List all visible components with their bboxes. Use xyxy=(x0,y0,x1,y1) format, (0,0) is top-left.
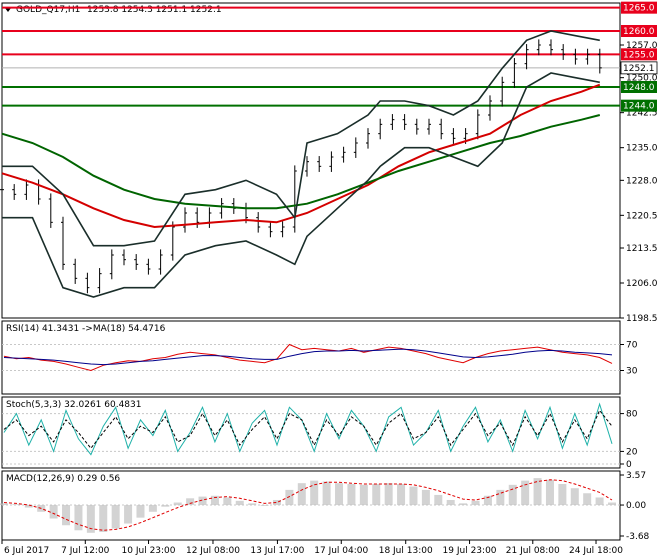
x-tick-label: 13 Jul 17:00 xyxy=(250,546,304,556)
price-tick-label: 1213.5 xyxy=(626,244,658,254)
symbol-label: GOLD_Q17,H1 xyxy=(16,5,80,15)
macd-bar xyxy=(372,484,381,506)
macd-bar xyxy=(359,484,368,506)
level-tag-label: 1260.0 xyxy=(623,27,655,37)
macd-bar xyxy=(99,505,108,532)
tick-label-stoch: 80 xyxy=(626,410,638,420)
macd-bar xyxy=(12,504,21,506)
x-tick-label: 17 Jul 04:00 xyxy=(314,546,368,556)
tick-label-rsi: 70 xyxy=(626,341,638,351)
chart-svg: GOLD_Q17,H1 1253.8 1254.3 1251.1 1252.1 12… xyxy=(0,1,658,556)
macd-bar xyxy=(49,505,58,519)
macd-bar xyxy=(235,500,244,506)
macd-bar xyxy=(583,493,592,506)
x-tick-label: 7 Jul 12:00 xyxy=(61,546,110,556)
ohlc-label: 1253.8 1254.3 1251.1 1252.1 xyxy=(87,5,222,15)
macd-bar xyxy=(384,483,393,506)
level-tag-label: 1244.0 xyxy=(623,102,655,112)
current-price-label: 1252.1 xyxy=(623,64,655,74)
macd-bar xyxy=(248,503,257,506)
macd-bar xyxy=(570,488,579,506)
panel-header-stoch: Stoch(5,3,3) 32.0261 60.4831 xyxy=(6,400,141,410)
macd-bar xyxy=(285,489,294,506)
macd-bar xyxy=(434,494,443,506)
x-tick-label: 10 Jul 23:00 xyxy=(122,546,176,556)
macd-bar xyxy=(0,503,8,506)
macd-bar xyxy=(74,505,83,531)
x-tick-label: 24 Jul 18:00 xyxy=(569,546,623,556)
macd-bar xyxy=(62,505,71,526)
macd-bar xyxy=(297,483,306,506)
price-tick-label: 1235.0 xyxy=(626,144,658,154)
macd-bar xyxy=(148,505,157,512)
x-tick-label: 6 Jul 2017 xyxy=(4,546,49,556)
price-tick-label: 1198.5 xyxy=(626,314,658,324)
x-tick-label: 19 Jul 23:00 xyxy=(443,546,497,556)
macd-bar xyxy=(173,502,182,506)
level-tag-label: 1265.0 xyxy=(623,4,655,14)
macd-bar xyxy=(397,484,406,506)
macd-bar xyxy=(161,505,170,507)
price-tick-label: 1206.0 xyxy=(626,279,658,289)
x-tick-label: 12 Jul 08:00 xyxy=(186,546,240,556)
tick-label-stoch: 20 xyxy=(626,447,638,457)
panel-header-macd: MACD(12,26,9) 0.29 0.56 xyxy=(6,474,120,484)
price-tick-label: 1228.0 xyxy=(626,176,658,186)
macd-bar xyxy=(322,481,331,506)
macd-bar xyxy=(459,503,468,506)
macd-bar xyxy=(136,505,145,518)
x-tick-label: 21 Jul 08:00 xyxy=(506,546,560,556)
macd-bar xyxy=(545,479,554,506)
macd-bar xyxy=(421,489,430,506)
macd-bar xyxy=(223,497,232,506)
macd-bar xyxy=(608,502,616,506)
macd-bar xyxy=(347,484,356,506)
tick-label-rsi: 30 xyxy=(626,367,638,377)
level-tag-label: 1248.0 xyxy=(623,83,655,93)
macd-bar xyxy=(558,484,567,506)
tick-label-stoch: 0 xyxy=(626,460,632,470)
tick-label-macd: -3.68 xyxy=(626,532,650,542)
tick-label-macd: 3.57 xyxy=(626,471,646,481)
macd-bar xyxy=(595,497,604,506)
macd-bar xyxy=(446,499,455,506)
chart-window: GOLD_Q17,H1 1253.8 1254.3 1251.1 1252.1 12… xyxy=(0,0,660,560)
macd-bar xyxy=(124,505,133,524)
macd-bar xyxy=(260,505,269,506)
macd-bar xyxy=(335,483,344,506)
macd-bar xyxy=(471,500,480,506)
macd-bar xyxy=(111,505,120,529)
tick-label-macd: 0.00 xyxy=(626,501,646,511)
price-tick-label: 1220.5 xyxy=(626,211,658,221)
main-panel xyxy=(1,2,621,319)
x-tick-label: 18 Jul 13:00 xyxy=(379,546,433,556)
level-tag-label: 1255.0 xyxy=(623,50,655,60)
macd-bar xyxy=(409,486,418,506)
panel-header-rsi: RSI(14) 41.3431 ->MA(18) 54.4716 xyxy=(6,324,166,334)
